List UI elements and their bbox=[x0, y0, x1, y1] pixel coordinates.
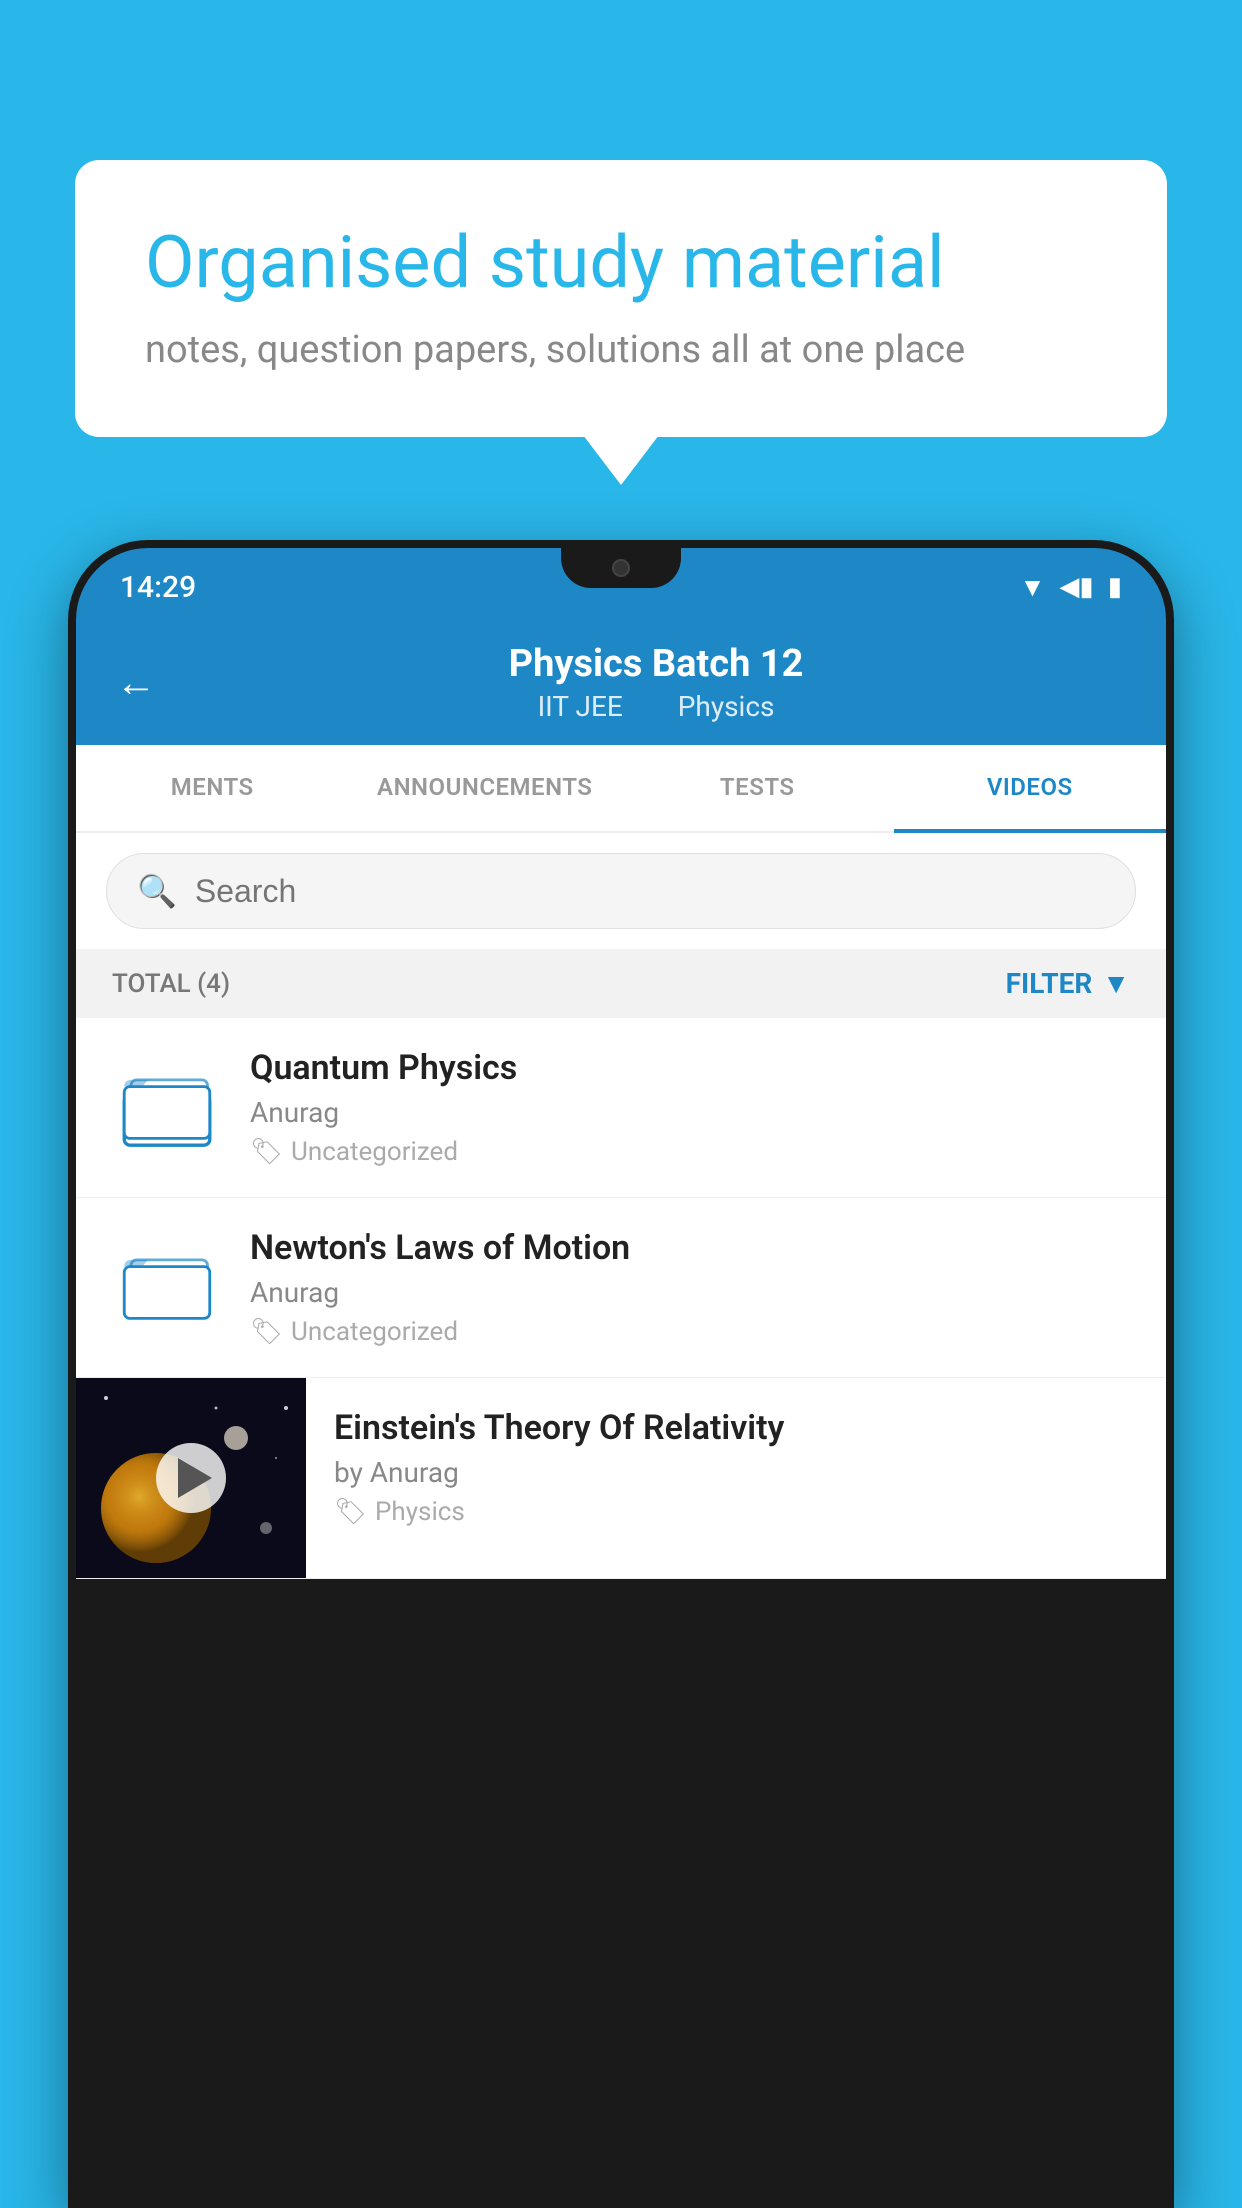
filter-bar: TOTAL (4) FILTER ▼ bbox=[76, 949, 1166, 1018]
tab-announcements[interactable]: ANNOUNCEMENTS bbox=[349, 745, 622, 831]
tag-icon: 🏷 bbox=[250, 1137, 283, 1167]
video-tag: 🏷 Uncategorized bbox=[250, 1137, 1130, 1167]
tag-label: Physics bbox=[375, 1497, 465, 1527]
video-tag: 🏷 Uncategorized bbox=[250, 1317, 1130, 1347]
video-author: Anurag bbox=[250, 1096, 1130, 1129]
list-item[interactable]: Quantum Physics Anurag 🏷 Uncategorized bbox=[76, 1018, 1166, 1198]
tab-videos[interactable]: VIDEOS bbox=[894, 745, 1167, 833]
folder-icon bbox=[122, 1063, 212, 1153]
play-triangle-icon bbox=[178, 1458, 212, 1498]
video-title: Einstein's Theory Of Relativity bbox=[334, 1408, 1138, 1448]
tag-label: Uncategorized bbox=[291, 1137, 458, 1167]
video-author: by Anurag bbox=[334, 1456, 1138, 1489]
header-title: Physics Batch 12 bbox=[186, 642, 1126, 686]
status-icons: ▼ ◀▮ ▮ bbox=[1020, 572, 1122, 603]
header-title-group: Physics Batch 12 IIT JEE Physics bbox=[186, 642, 1126, 723]
header-subtitle-iitjee: IIT JEE bbox=[538, 690, 623, 723]
video-info: Quantum Physics Anurag 🏷 Uncategorized bbox=[250, 1048, 1130, 1167]
video-info: Newton's Laws of Motion Anurag 🏷 Uncateg… bbox=[250, 1228, 1130, 1347]
speech-bubble: Organised study material notes, question… bbox=[75, 160, 1167, 437]
total-count-label: TOTAL (4) bbox=[112, 969, 230, 999]
video-info: Einstein's Theory Of Relativity by Anura… bbox=[306, 1378, 1166, 1557]
folder-icon bbox=[122, 1243, 212, 1333]
phone-inner: 14:29 ▼ ◀▮ ▮ ← Physics Batch 12 IIT JEE … bbox=[76, 548, 1166, 2200]
app-header: ← Physics Batch 12 IIT JEE Physics bbox=[76, 620, 1166, 745]
play-button[interactable] bbox=[156, 1443, 226, 1513]
folder-icon-wrap bbox=[112, 1053, 222, 1163]
status-time: 14:29 bbox=[120, 570, 196, 605]
folder-icon-wrap bbox=[112, 1233, 222, 1343]
video-title: Quantum Physics bbox=[250, 1048, 1130, 1088]
list-item[interactable]: Einstein's Theory Of Relativity by Anura… bbox=[76, 1378, 1166, 1579]
search-icon: 🔍 bbox=[137, 872, 177, 910]
phone-frame: 14:29 ▼ ◀▮ ▮ ← Physics Batch 12 IIT JEE … bbox=[68, 540, 1174, 2208]
list-item[interactable]: Newton's Laws of Motion Anurag 🏷 Uncateg… bbox=[76, 1198, 1166, 1378]
speech-bubble-title: Organised study material bbox=[145, 220, 1097, 306]
header-subtitle-physics: Physics bbox=[678, 690, 775, 723]
filter-label: FILTER bbox=[1006, 967, 1093, 1000]
signal-icon: ◀▮ bbox=[1059, 572, 1093, 602]
search-bar[interactable]: 🔍 bbox=[106, 853, 1136, 929]
header-subtitle: IIT JEE Physics bbox=[186, 690, 1126, 723]
filter-button[interactable]: FILTER ▼ bbox=[1006, 967, 1130, 1000]
video-title: Newton's Laws of Motion bbox=[250, 1228, 1130, 1268]
tabs-bar: MENTS ANNOUNCEMENTS TESTS VIDEOS bbox=[76, 745, 1166, 833]
video-author: Anurag bbox=[250, 1276, 1130, 1309]
wifi-icon: ▼ bbox=[1020, 572, 1046, 603]
back-button[interactable]: ← bbox=[116, 659, 156, 706]
speech-bubble-subtitle: notes, question papers, solutions all at… bbox=[145, 328, 1097, 372]
camera bbox=[612, 559, 630, 577]
filter-icon: ▼ bbox=[1102, 967, 1130, 1000]
video-thumbnail bbox=[76, 1378, 306, 1578]
tab-ments[interactable]: MENTS bbox=[76, 745, 349, 831]
tab-tests[interactable]: TESTS bbox=[621, 745, 894, 831]
tag-icon: 🏷 bbox=[334, 1497, 367, 1527]
notch bbox=[561, 548, 681, 588]
video-tag: 🏷 Physics bbox=[334, 1497, 1138, 1527]
search-container: 🔍 bbox=[76, 833, 1166, 949]
tag-icon: 🏷 bbox=[250, 1317, 283, 1347]
video-list: Quantum Physics Anurag 🏷 Uncategorized bbox=[76, 1018, 1166, 1579]
tag-label: Uncategorized bbox=[291, 1317, 458, 1347]
battery-icon: ▮ bbox=[1108, 572, 1122, 602]
search-input[interactable] bbox=[195, 873, 1105, 910]
speech-bubble-container: Organised study material notes, question… bbox=[75, 160, 1167, 437]
